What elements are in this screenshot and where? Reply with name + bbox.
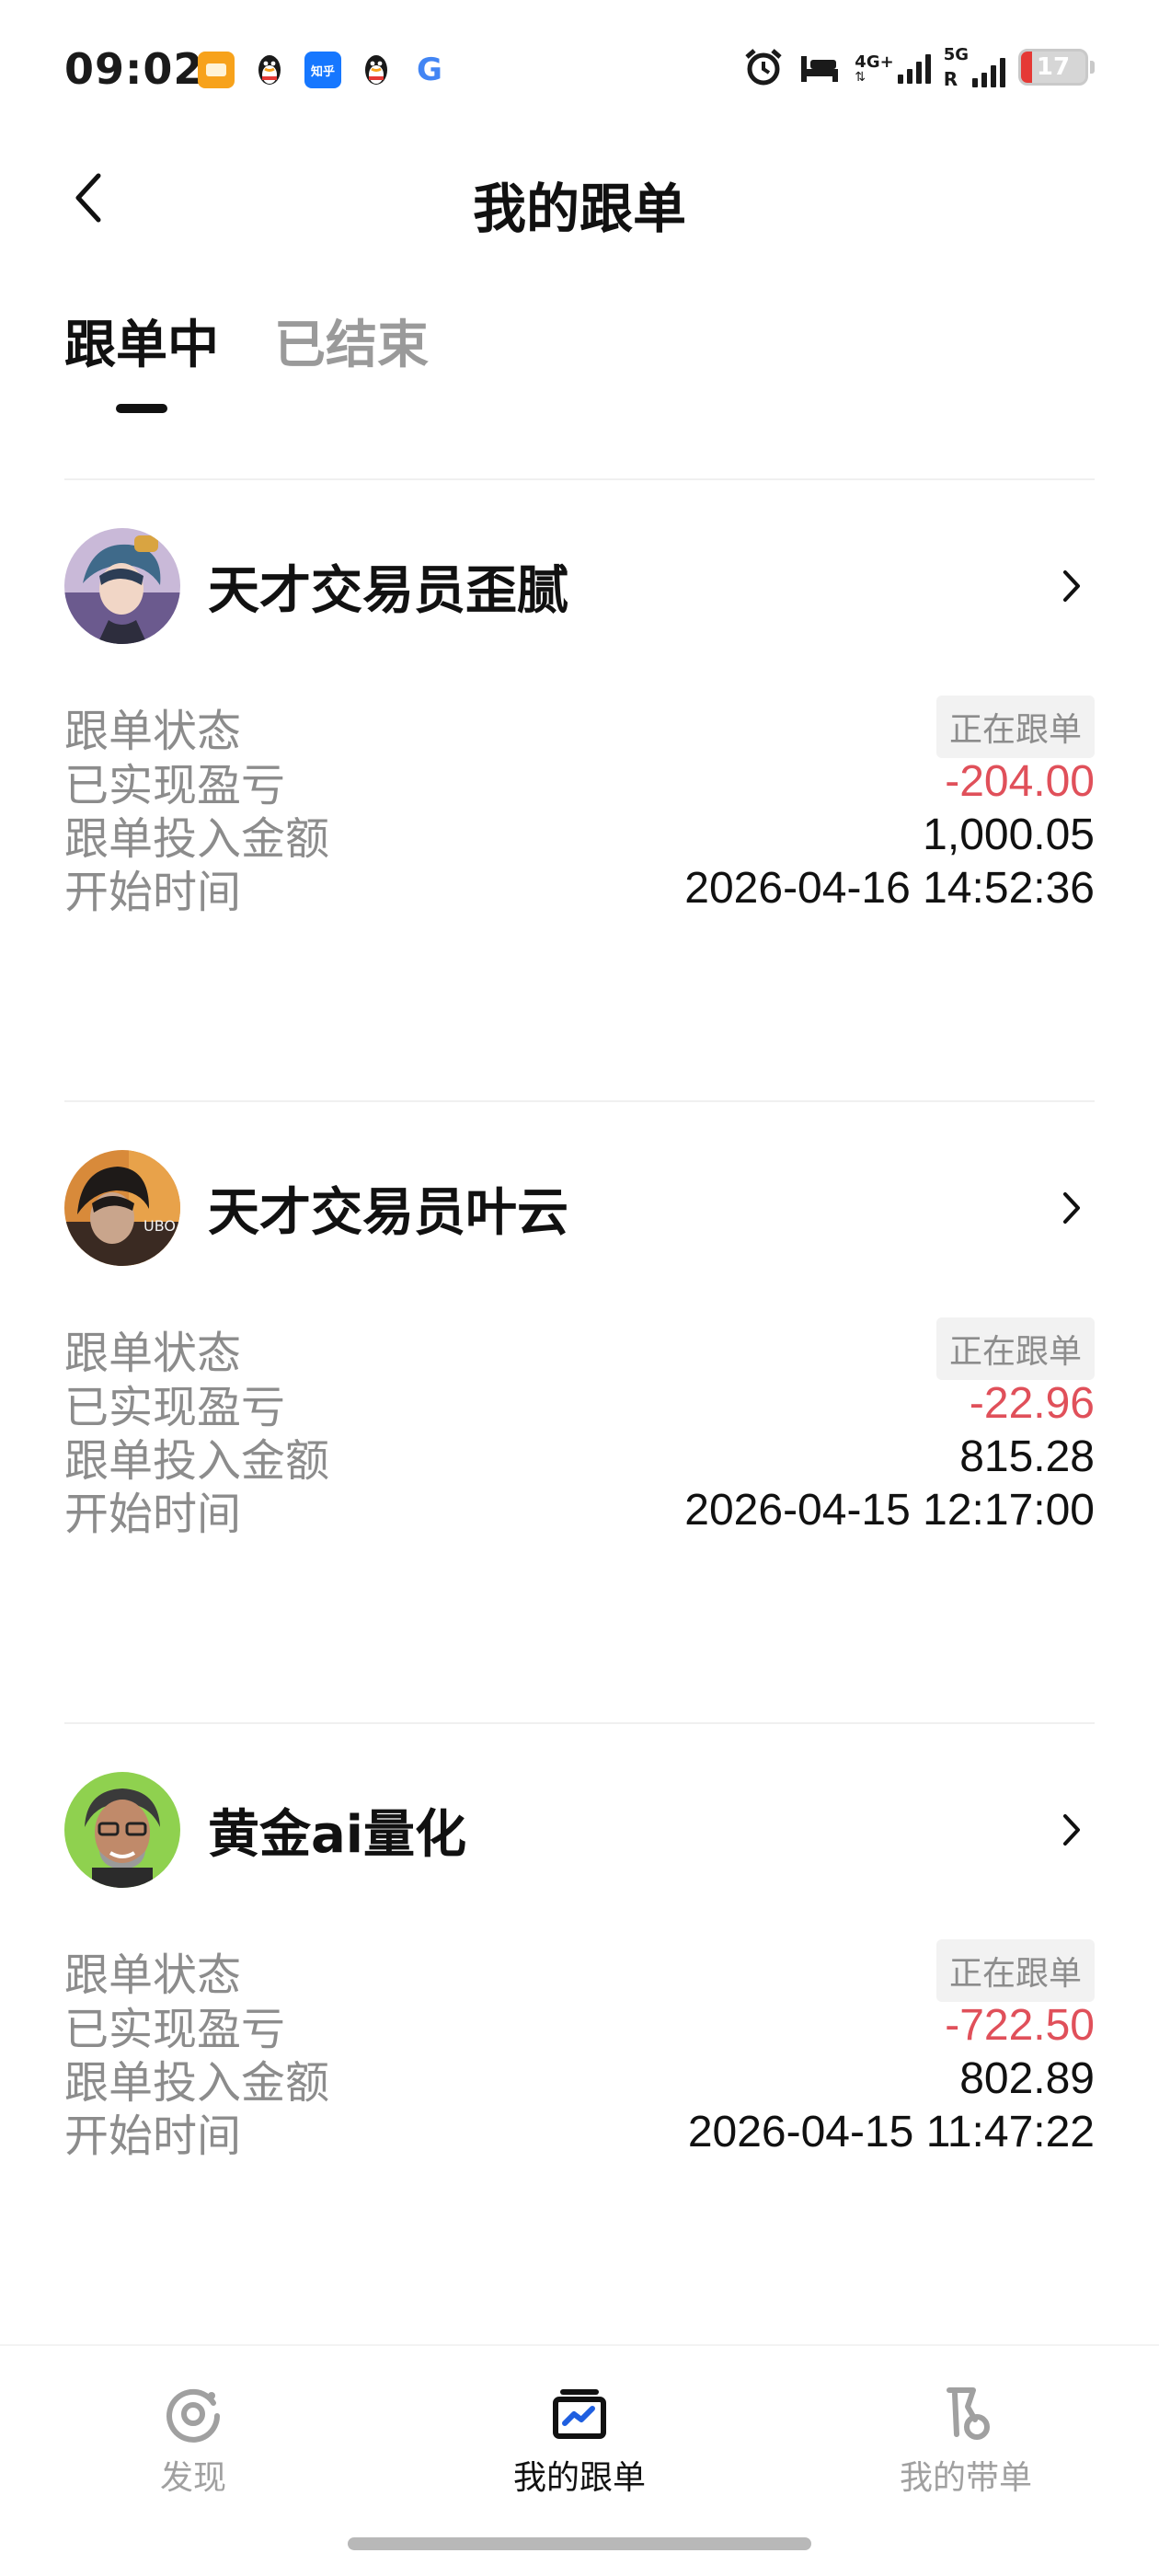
chevron-right-icon[interactable] bbox=[1049, 563, 1095, 609]
nav-label: 我的带单 bbox=[899, 2459, 1032, 2497]
tab-ended[interactable]: 已结束 bbox=[274, 304, 429, 406]
status-time: 09:02 bbox=[64, 44, 204, 94]
trader-name: 天才交易员歪腻 bbox=[208, 560, 568, 621]
battery-fill bbox=[1021, 52, 1032, 83]
data-arrows-icon: ⇅ bbox=[855, 70, 866, 85]
tab-indicator bbox=[116, 404, 167, 413]
start-time-row: 开始时间 2026-04-16 14:52:36 bbox=[64, 856, 1095, 920]
copy-trade-card: 黄金ai量化 跟单状态 正在跟单 已实现盈亏 -722.50 跟单投入金额 80… bbox=[64, 1724, 1095, 2346]
qq-icon bbox=[251, 52, 288, 88]
avatar: UBO bbox=[64, 1150, 180, 1266]
pnl-value: -22.96 bbox=[969, 1378, 1095, 1428]
nav-discover[interactable]: 发现 bbox=[55, 2385, 331, 2499]
nav-label: 我的跟单 bbox=[512, 2459, 646, 2497]
start-time-row: 开始时间 2026-04-15 12:17:00 bbox=[64, 1478, 1095, 1542]
start-time-value: 2026-04-15 12:17:00 bbox=[684, 1485, 1095, 1535]
copy-trade-card: UBO 天才交易员叶云 跟单状态 正在跟单 已实现盈亏 -22.96 跟单投入金… bbox=[64, 1102, 1095, 1724]
trader-name: 天才交易员叶云 bbox=[208, 1182, 568, 1243]
qq-icon bbox=[358, 52, 395, 88]
pnl-value: -722.50 bbox=[945, 2000, 1095, 2050]
signal-bars-icon bbox=[972, 54, 1005, 87]
tab-following[interactable]: 跟单中 bbox=[64, 304, 219, 413]
lead-trade-icon bbox=[947, 2387, 990, 2440]
signal-1: 4G+ ⇅ bbox=[855, 51, 931, 85]
discover-icon bbox=[166, 2388, 220, 2443]
pnl-value: -204.00 bbox=[945, 756, 1095, 806]
battery-percent: 17 bbox=[1036, 53, 1071, 81]
bed-icon bbox=[801, 56, 839, 82]
notification-icons: 知乎 G bbox=[198, 52, 448, 88]
start-time-label: 开始时间 bbox=[64, 867, 242, 918]
nav-my-copy-trades[interactable]: 我的跟单 bbox=[442, 2385, 717, 2499]
status-bar: 09:02 知乎 G 4G+ ⇅ 5G R 17 bbox=[0, 0, 1159, 138]
signal-2-label: 5G bbox=[943, 45, 969, 64]
alarm-icon bbox=[745, 49, 782, 86]
tab-bar: 跟单中 已结束 bbox=[64, 304, 429, 413]
signal-bars-icon bbox=[897, 51, 931, 84]
tab-label: 已结束 bbox=[274, 316, 429, 375]
chevron-right-icon[interactable] bbox=[1049, 1807, 1095, 1853]
start-time-label: 开始时间 bbox=[64, 1489, 242, 1540]
trader-header[interactable]: UBO 天才交易员叶云 bbox=[64, 1150, 1095, 1266]
signal-2: 5G R bbox=[943, 45, 1005, 90]
copy-trade-card: 天才交易员歪腻 跟单状态 正在跟单 已实现盈亏 -204.00 跟单投入金额 1… bbox=[64, 480, 1095, 1102]
invest-value: 802.89 bbox=[959, 2053, 1095, 2103]
battery-tip bbox=[1090, 61, 1095, 74]
system-icons: 4G+ ⇅ 5G R 17 bbox=[742, 46, 1095, 88]
nav-my-lead-trades[interactable]: 我的带单 bbox=[828, 2385, 1104, 2499]
nav-label: 发现 bbox=[159, 2459, 226, 2497]
start-time-label: 开始时间 bbox=[64, 2110, 242, 2162]
invest-value: 815.28 bbox=[959, 1432, 1095, 1481]
trader-name: 黄金ai量化 bbox=[208, 1804, 466, 1865]
app-orange-icon bbox=[198, 52, 235, 88]
chevron-right-icon[interactable] bbox=[1049, 1185, 1095, 1231]
tab-label: 跟单中 bbox=[64, 316, 219, 375]
invest-value: 1,000.05 bbox=[923, 810, 1095, 859]
svg-text:UBO: UBO bbox=[143, 1217, 176, 1235]
page-title: 我的跟单 bbox=[472, 178, 686, 240]
google-icon: G bbox=[417, 52, 442, 88]
zhihu-icon: 知乎 bbox=[304, 52, 341, 88]
signal-1-label: 4G+ bbox=[855, 52, 894, 72]
avatar bbox=[64, 528, 180, 644]
trader-header[interactable]: 黄金ai量化 bbox=[64, 1772, 1095, 1888]
signal-2-sub: R bbox=[943, 68, 958, 90]
copy-trade-icon bbox=[553, 2389, 606, 2439]
battery-icon: 17 bbox=[1018, 49, 1088, 86]
start-time-value: 2026-04-16 14:52:36 bbox=[684, 863, 1095, 913]
home-indicator[interactable] bbox=[348, 2537, 811, 2550]
trader-header[interactable]: 天才交易员歪腻 bbox=[64, 528, 1095, 644]
copy-trade-list: 天才交易员歪腻 跟单状态 正在跟单 已实现盈亏 -204.00 跟单投入金额 1… bbox=[64, 480, 1095, 2346]
start-time-value: 2026-04-15 11:47:22 bbox=[687, 2107, 1095, 2156]
start-time-row: 开始时间 2026-04-15 11:47:22 bbox=[64, 2099, 1095, 2164]
avatar bbox=[64, 1772, 180, 1888]
